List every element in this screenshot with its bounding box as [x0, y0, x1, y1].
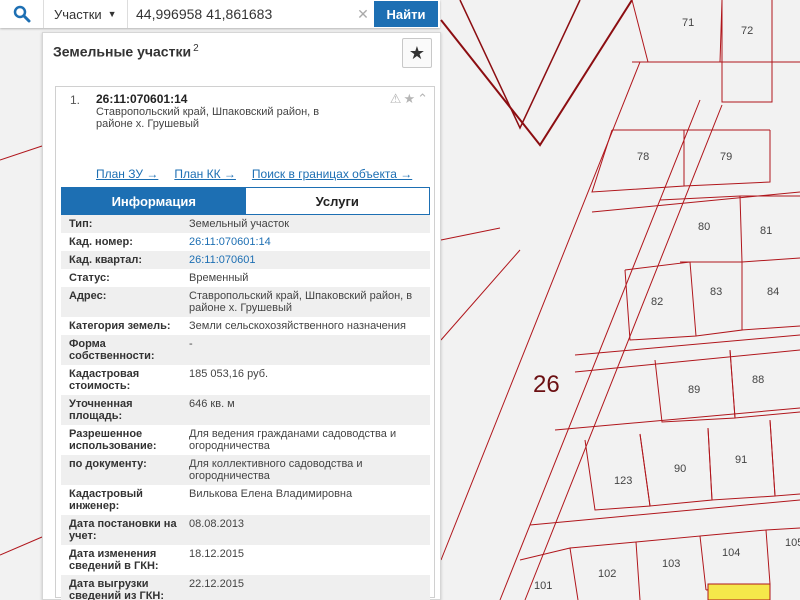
info-key: Кадастровый инженер: — [69, 488, 143, 512]
info-key: Кадастровая стоимость: — [69, 368, 140, 392]
info-key: Кад. квартал: — [69, 254, 143, 266]
result-header[interactable]: 1. 26:11:070601:14 Ставропольский край, … — [56, 87, 434, 149]
results-panel: Земельные участки 2 ★ 1. 26:11:070601:14 … — [42, 32, 441, 600]
warning-icon[interactable]: ⚠ — [390, 91, 402, 107]
chevron-up-icon[interactable]: ⌃ — [417, 91, 428, 107]
info-row: Форма собственности: - — [61, 335, 430, 365]
plot-label-90: 90 — [674, 463, 686, 475]
search-type-dropdown[interactable]: Участки ▼ — [44, 0, 128, 28]
caret-down-icon: ▼ — [107, 9, 117, 19]
info-key: Разрешенное использование: — [69, 428, 157, 452]
search-icon[interactable] — [0, 0, 44, 28]
search-bar: Участки ▼ ✕ Найти — [0, 0, 440, 28]
info-value: Вилькова Елена Владимировна — [189, 488, 353, 500]
info-value: 18.12.2015 — [189, 548, 245, 560]
info-key: Дата постановки на учет: — [69, 518, 177, 542]
search-input[interactable] — [128, 0, 352, 28]
panel-header: Земельные участки 2 ★ — [43, 33, 440, 73]
plot-label-81: 81 — [760, 225, 772, 237]
plot-label-88: 88 — [752, 374, 764, 386]
clear-icon[interactable]: ✕ — [352, 0, 374, 28]
info-value: Земли сельскохозяйственного назначения — [189, 320, 406, 332]
card-links: План ЗУ → План КК → Поиск в границах объ… — [96, 167, 428, 181]
info-key: Уточненная площадь: — [69, 398, 133, 422]
info-row: Статус: Временный — [61, 269, 430, 287]
info-key: Дата изменения сведений в ГКН: — [69, 548, 159, 572]
info-row: Дата выгрузки сведений из ГКН: 22.12.2015 — [61, 575, 430, 600]
star-icon[interactable]: ★ — [403, 91, 415, 107]
plot-label-91: 91 — [735, 454, 747, 466]
info-table: Тип: Земельный участок Кад. номер: 26:11:07… — [61, 215, 430, 600]
panel-title-text: Земельные участки — [53, 43, 192, 60]
info-row: Кадастровая стоимость: 185 053,16 руб. — [61, 365, 430, 395]
info-value: Для коллективного садоводства и огородни… — [189, 458, 363, 482]
plan-zu-link[interactable]: План ЗУ → — [96, 167, 158, 181]
info-row: по документу: Для коллективного садоводст… — [61, 455, 430, 485]
card-actions: ⚠ ★ ⌃ — [390, 91, 428, 107]
info-value: 185 053,16 руб. — [189, 368, 269, 380]
tab-services[interactable]: Услуги — [245, 188, 429, 214]
plot-label-102: 102 — [598, 568, 616, 580]
info-value: - — [189, 338, 193, 350]
info-row: Разрешенное использование: Для ведения гр… — [61, 425, 430, 455]
info-row: Дата постановки на учет: 08.08.2013 — [61, 515, 430, 545]
search-in-bounds-link[interactable]: Поиск в границах объекта → — [252, 167, 412, 181]
info-row: Кад. номер: 26:11:070601:14 — [61, 233, 430, 251]
info-row: Категория земель: Земли сельскохозяйствен… — [61, 317, 430, 335]
tab-information[interactable]: Информация — [62, 188, 246, 214]
plot-label-80: 80 — [698, 221, 710, 233]
info-key: Категория земель: — [69, 320, 171, 332]
info-value: 08.08.2013 — [189, 518, 245, 530]
info-row: Кадастровый инженер: Вилькова Елена Влади… — [61, 485, 430, 515]
plot-label-71: 71 — [682, 17, 694, 29]
search-type-label: Участки — [54, 6, 102, 22]
plot-label-123: 123 — [614, 475, 632, 487]
info-row: Дата изменения сведений в ГКН: 18.12.2015 — [61, 545, 430, 575]
favorites-button[interactable]: ★ — [402, 38, 432, 68]
panel-title: Земельные участки 2 — [53, 43, 199, 60]
info-value: Земельный участок — [189, 218, 290, 230]
result-count: 2 — [193, 43, 199, 54]
plot-label-89: 89 — [688, 384, 700, 396]
info-row: Тип: Земельный участок — [61, 215, 430, 233]
plot-label-83: 83 — [710, 286, 722, 298]
result-card: 1. 26:11:070601:14 Ставропольский край, … — [55, 86, 435, 600]
plot-label-82: 82 — [651, 296, 663, 308]
plot-label-84: 84 — [767, 286, 779, 298]
plot-label-79: 79 — [720, 151, 732, 163]
result-number: 1. — [70, 93, 81, 107]
info-key: Дата выгрузки сведений из ГКН: — [69, 578, 165, 600]
info-value: Ставропольский край, Шпаковский район, в… — [189, 290, 413, 314]
info-row: Адрес: Ставропольский край, Шпаковский ра… — [61, 287, 430, 317]
star-icon: ★ — [408, 42, 426, 63]
info-key: Тип: — [69, 218, 93, 230]
info-key: Кад. номер: — [69, 236, 133, 248]
plot-label-72: 72 — [741, 25, 753, 37]
plot-label-103: 103 — [662, 558, 680, 570]
info-value: Временный — [189, 272, 249, 284]
info-key: Адрес: — [69, 290, 107, 302]
plot-label-78: 78 — [637, 151, 649, 163]
info-value: Для ведения гражданами садоводства и ого… — [189, 428, 397, 452]
cadastral-number: 26:11:070601:14 — [96, 92, 188, 106]
plot-label-104: 104 — [722, 547, 740, 559]
plot-label-101: 101 — [534, 580, 552, 592]
info-value-link[interactable]: 26:11:070601:14 — [181, 233, 430, 251]
block-label: 26 — [533, 371, 560, 398]
find-button[interactable]: Найти — [374, 1, 438, 27]
result-address: Ставропольский край, Шпаковский район, в… — [96, 106, 320, 130]
info-key: Статус: — [69, 272, 110, 284]
info-value: 646 кв. м — [189, 398, 235, 410]
info-key: Форма собственности: — [69, 338, 155, 362]
plan-kk-link[interactable]: План КК → — [174, 167, 236, 181]
info-tabs: Информация Услуги — [61, 187, 430, 215]
info-row: Уточненная площадь: 646 кв. м — [61, 395, 430, 425]
plot-label-105: 105 — [785, 537, 800, 549]
info-value-link[interactable]: 26:11:070601 — [181, 251, 430, 269]
info-value: 22.12.2015 — [189, 578, 245, 590]
info-key: по документу: — [69, 458, 147, 470]
info-row: Кад. квартал: 26:11:070601 — [61, 251, 430, 269]
